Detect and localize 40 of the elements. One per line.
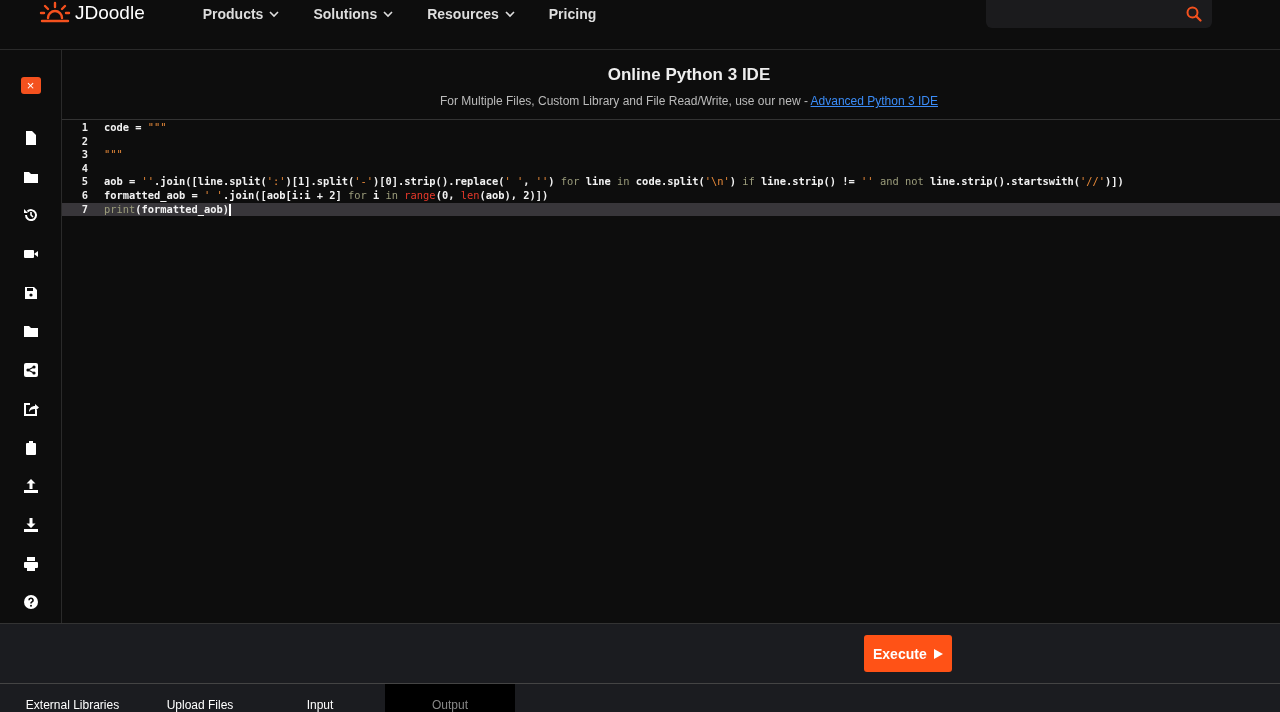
nav-link[interactable]: Products xyxy=(202,6,280,22)
line-number: 3 xyxy=(80,148,88,162)
subtitle-text: For Multiple Files, Custom Library and File Read/Write, use our new - Advanced Python 3 IDE xyxy=(439,94,939,108)
play-icon xyxy=(933,648,943,659)
line-number: 6 xyxy=(80,188,88,203)
page-title: Online Python 3 IDE xyxy=(606,65,772,85)
chevron-down-icon xyxy=(504,10,515,18)
tab[interactable]: Output xyxy=(385,684,515,712)
code-text: aob = ''.join([line.split(':')[1].split('-')[0].strip().replace(' ', '') for line in code.split('\n') if line.strip() != '' and not line.strip().startswith('//')]) xyxy=(104,175,1124,189)
save-icon[interactable] xyxy=(22,284,39,301)
tab[interactable]: External Libraries xyxy=(0,684,145,712)
line-number: 7 xyxy=(80,202,88,217)
line-number: 4 xyxy=(80,161,88,176)
line-number: 2 xyxy=(80,134,88,149)
printer-icon[interactable] xyxy=(22,555,39,572)
chevron-down-icon xyxy=(383,10,394,18)
nav-link[interactable]: Solutions xyxy=(313,6,394,22)
advanced-ide-link[interactable]: Advanced Python 3 IDE xyxy=(810,94,938,108)
upload-icon[interactable] xyxy=(22,478,39,495)
chevron-down-icon xyxy=(269,10,280,18)
share-icon[interactable] xyxy=(22,362,39,379)
line-number: 5 xyxy=(80,175,88,189)
tab[interactable]: Upload Files xyxy=(145,684,255,712)
code-text: """ xyxy=(104,148,123,162)
download-icon[interactable] xyxy=(22,516,39,533)
folder-icon[interactable] xyxy=(22,323,39,340)
export-icon[interactable] xyxy=(22,400,39,417)
code-text: code = """ xyxy=(104,121,167,135)
logo-icon xyxy=(39,1,71,25)
line-number: 1 xyxy=(80,121,88,135)
tab[interactable]: Input xyxy=(255,684,385,712)
help-icon[interactable] xyxy=(22,594,39,611)
nav-link[interactable]: Resources xyxy=(427,6,515,22)
search-field[interactable] xyxy=(986,0,1212,28)
code-text: formatted_aob = ' '.join([aob[i:i + 2] for i in range(0, len(aob), 2)]) xyxy=(104,188,549,203)
nav-link[interactable]: Pricing xyxy=(548,6,597,22)
history-icon[interactable] xyxy=(22,207,39,224)
code-text: print(formatted_aob) xyxy=(104,202,231,217)
logo-text[interactable]: JDoodle xyxy=(75,2,145,24)
search-icon xyxy=(1186,6,1202,22)
